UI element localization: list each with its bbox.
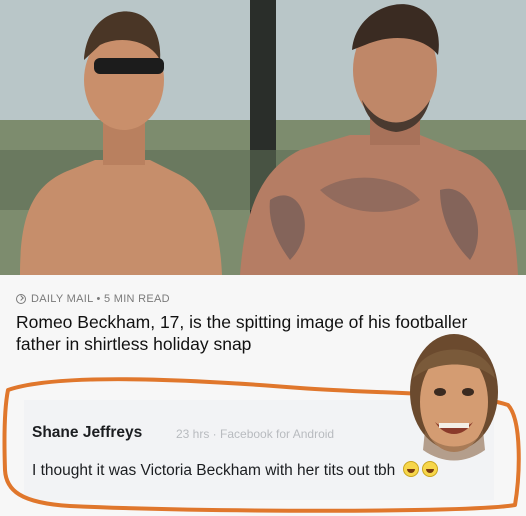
article-source: DAILY MAIL • 5 MIN READ [16, 293, 170, 305]
comment-meta: 23 hrs · Facebook for Android [176, 427, 335, 441]
comment-author[interactable]: Shane Jeffreys [32, 424, 142, 442]
laughing-reaction-image [410, 334, 498, 461]
compass-icon [16, 294, 26, 304]
article-photo[interactable] [0, 0, 526, 275]
photo-illustration [0, 0, 526, 275]
source-label: DAILY MAIL • 5 MIN READ [31, 293, 170, 305]
comment-body: I thought it was Victoria Beckham with h… [32, 462, 396, 479]
